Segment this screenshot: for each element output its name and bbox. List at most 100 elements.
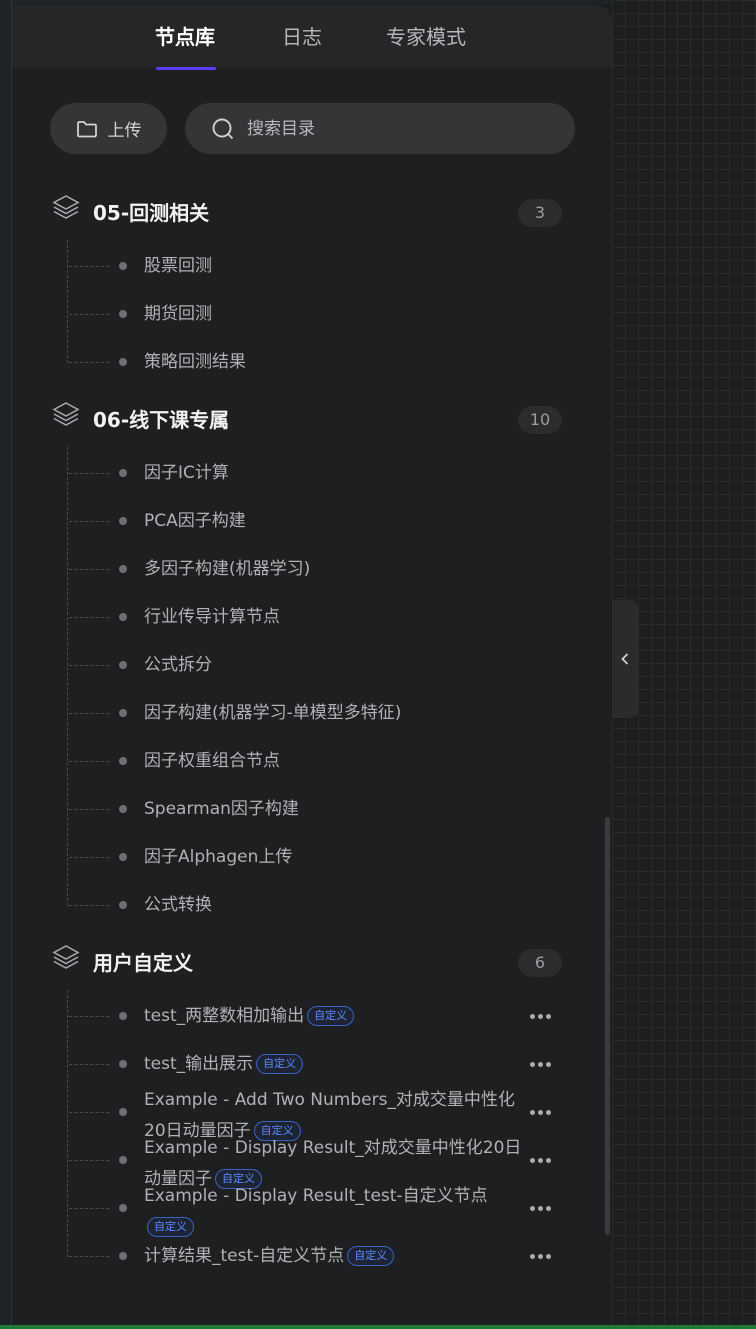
chevron-left-icon bbox=[621, 653, 629, 665]
upload-button[interactable]: 上传 bbox=[50, 103, 167, 154]
node-dot-icon bbox=[119, 1156, 127, 1164]
layers-icon bbox=[52, 943, 80, 975]
more-dot bbox=[538, 1014, 543, 1019]
node-item[interactable]: 公式拆分 bbox=[12, 641, 612, 689]
tab-log[interactable]: 日志 bbox=[282, 23, 322, 51]
node-item[interactable]: PCA因子构建 bbox=[12, 497, 612, 545]
node-label-text: 期货回测 bbox=[144, 304, 212, 324]
window-left-edge bbox=[0, 0, 12, 1329]
tree-branch bbox=[69, 617, 109, 618]
layers-icon bbox=[52, 193, 80, 225]
more-options-icon[interactable] bbox=[528, 1053, 552, 1075]
active-tab-indicator bbox=[156, 67, 216, 70]
node-label-text: test_两整数相加输出 bbox=[144, 1006, 305, 1026]
category-header[interactable]: 用户自定义 6 bbox=[12, 943, 612, 983]
search-box[interactable] bbox=[185, 103, 575, 154]
more-options-icon[interactable] bbox=[528, 1005, 552, 1027]
more-dot bbox=[538, 1110, 543, 1115]
tree-branch bbox=[69, 521, 109, 522]
tree-branch bbox=[69, 809, 109, 810]
node-item[interactable]: 因子IC计算 bbox=[12, 449, 612, 497]
node-label-text: Spearman因子构建 bbox=[144, 799, 299, 819]
tree-branch bbox=[69, 266, 109, 267]
node-item[interactable]: 多因子构建(机器学习) bbox=[12, 545, 612, 593]
node-label: 因子IC计算 bbox=[144, 461, 229, 485]
node-item[interactable]: Example - Add Two Numbers_对成交量中性化20日动量因子… bbox=[12, 1088, 612, 1141]
node-dot-icon bbox=[119, 358, 127, 366]
more-options-icon[interactable] bbox=[528, 1245, 552, 1267]
node-label: 策略回测结果 bbox=[144, 350, 246, 374]
node-dot-icon bbox=[119, 1252, 127, 1260]
node-item[interactable]: Example - Display Result_test-自定义节点自定义 bbox=[12, 1184, 612, 1237]
node-dot-icon bbox=[119, 1060, 127, 1068]
node-label: 公式转换 bbox=[144, 893, 212, 917]
tree-branch bbox=[69, 857, 109, 858]
category-header[interactable]: 05-回测相关 3 bbox=[12, 193, 612, 233]
node-label-text: 因子Alphagen上传 bbox=[144, 847, 293, 867]
node-dot-icon bbox=[119, 565, 127, 573]
category-title: 用户自定义 bbox=[93, 951, 193, 975]
node-label: 行业传导计算节点 bbox=[144, 605, 280, 629]
node-item[interactable]: 股票回测 bbox=[12, 242, 612, 290]
custom-badge: 自定义 bbox=[256, 1054, 304, 1074]
more-dot bbox=[530, 1062, 535, 1067]
node-label-text: 股票回测 bbox=[144, 256, 212, 276]
node-label: test_输出展示 自定义 bbox=[144, 1052, 304, 1076]
more-dot bbox=[546, 1014, 551, 1019]
node-item[interactable]: test_输出展示 自定义 bbox=[12, 1040, 612, 1088]
node-dot-icon bbox=[119, 469, 127, 477]
node-item[interactable]: Spearman因子构建 bbox=[12, 785, 612, 833]
category-header[interactable]: 06-线下课专属 10 bbox=[12, 400, 612, 440]
node-dot-icon bbox=[119, 262, 127, 270]
tab-node-library[interactable]: 节点库 bbox=[155, 23, 215, 51]
node-dot-icon bbox=[119, 310, 127, 318]
node-item[interactable]: 因子Alphagen上传 bbox=[12, 833, 612, 881]
tree-branch bbox=[69, 665, 109, 666]
tree-branch bbox=[69, 314, 109, 315]
tree-branch bbox=[69, 1256, 109, 1257]
node-item[interactable]: 因子权重组合节点 bbox=[12, 737, 612, 785]
upload-label: 上传 bbox=[107, 121, 142, 141]
more-dot bbox=[546, 1110, 551, 1115]
more-dot bbox=[538, 1254, 543, 1259]
tree-branch bbox=[69, 1016, 109, 1017]
tree-branch bbox=[69, 1160, 109, 1161]
node-label-text: PCA因子构建 bbox=[144, 511, 246, 531]
node-dot-icon bbox=[119, 517, 127, 525]
node-library-panel: 节点库 日志 专家模式 上传 05-回测相关 3 股票回测期货回测策略回测结果 06-… bbox=[12, 5, 612, 1325]
node-label-text: test_输出展示 bbox=[144, 1054, 254, 1074]
more-dot bbox=[538, 1062, 543, 1067]
tree-branch bbox=[69, 1064, 109, 1065]
node-item[interactable]: Example - Display Result_对成交量中性化20日动量因子自… bbox=[12, 1136, 612, 1189]
more-dot bbox=[538, 1158, 543, 1163]
more-dot bbox=[546, 1158, 551, 1163]
tree-branch bbox=[69, 473, 109, 474]
search-input[interactable] bbox=[245, 117, 549, 140]
node-label-text: 因子构建(机器学习-单模型多特征) bbox=[144, 703, 402, 723]
more-dot bbox=[538, 1206, 543, 1211]
node-label: 多因子构建(机器学习) bbox=[144, 557, 310, 581]
node-dot-icon bbox=[119, 1108, 127, 1116]
tree-branch bbox=[69, 1208, 109, 1209]
collapse-panel-button[interactable] bbox=[612, 600, 638, 718]
more-dot bbox=[546, 1062, 551, 1067]
more-dot bbox=[530, 1254, 535, 1259]
category-count-badge: 3 bbox=[518, 199, 562, 227]
node-label: 计算结果_test-自定义节点 自定义 bbox=[144, 1244, 395, 1268]
node-label-text: 行业传导计算节点 bbox=[144, 607, 280, 627]
node-label: 公式拆分 bbox=[144, 653, 212, 677]
node-item[interactable]: test_两整数相加输出 自定义 bbox=[12, 992, 612, 1040]
tree-branch bbox=[69, 905, 109, 906]
node-dot-icon bbox=[119, 901, 127, 909]
node-item[interactable]: 行业传导计算节点 bbox=[12, 593, 612, 641]
tab-expert-mode[interactable]: 专家模式 bbox=[386, 23, 466, 51]
node-item[interactable]: 策略回测结果 bbox=[12, 338, 612, 386]
node-dot-icon bbox=[119, 709, 127, 717]
node-item[interactable]: 因子构建(机器学习-单模型多特征) bbox=[12, 689, 612, 737]
scrollbar[interactable] bbox=[605, 817, 610, 1235]
node-label: 因子构建(机器学习-单模型多特征) bbox=[144, 701, 401, 725]
node-item[interactable]: 公式转换 bbox=[12, 881, 612, 929]
node-item[interactable]: 期货回测 bbox=[12, 290, 612, 338]
category-count-badge: 6 bbox=[518, 949, 562, 977]
node-item[interactable]: 计算结果_test-自定义节点 自定义 bbox=[12, 1232, 612, 1280]
